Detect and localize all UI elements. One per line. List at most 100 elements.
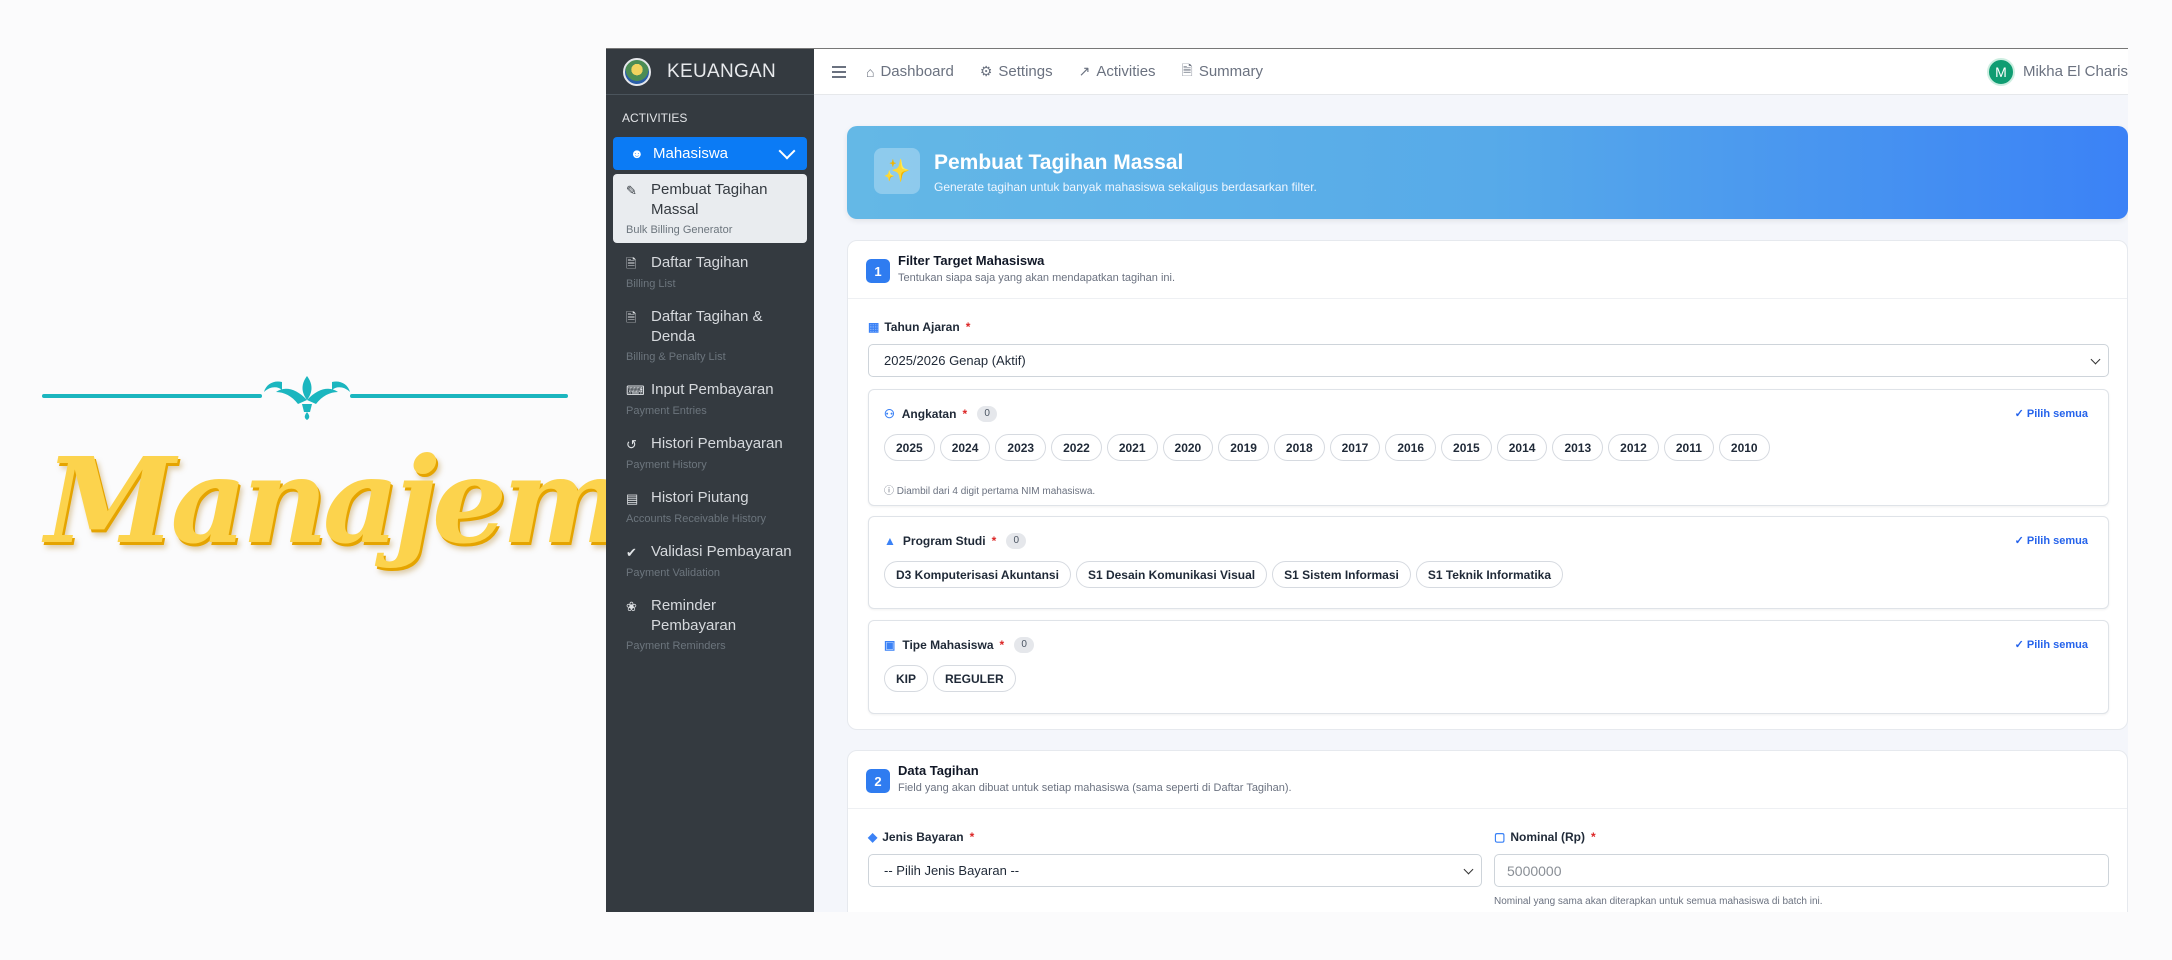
pick-all-tipe-link[interactable]: ✓ Pilih semua [2015, 638, 2088, 651]
nav-activities[interactable]: ↗ Activities [1079, 63, 1156, 80]
tipe-mahasiswa-chips: KIP REGULER [884, 665, 1021, 692]
step-badge: 1 [866, 259, 890, 283]
home-icon: ⌂ [866, 63, 875, 80]
tahun-ajaran-label: ▦ Tahun Ajaran * [868, 320, 970, 334]
angkatan-group: ⚇ Angkatan * 0 ✓ Pilih semua 2025 2024 2… [868, 389, 2109, 506]
brand-artwork: Manajemen [40, 370, 778, 610]
sidebar-item-label: Mahasiswa [653, 145, 729, 162]
sidebar-item-validasi-pembayaran[interactable]: ✔ Validasi Pembayaran Payment Validation [613, 536, 807, 586]
required-mark: * [1591, 830, 1596, 844]
chip-angkatan[interactable]: 2016 [1385, 434, 1437, 461]
nav-dashboard[interactable]: ⌂ Dashboard [866, 63, 954, 80]
nav-settings[interactable]: ⚙ Settings [980, 63, 1053, 80]
chip-angkatan[interactable]: 2023 [995, 434, 1047, 461]
nav-label: Activities [1096, 63, 1156, 80]
required-mark: * [969, 830, 975, 844]
chip-angkatan[interactable]: 2022 [1051, 434, 1102, 461]
file-penalty-icon: 🗎 [626, 310, 637, 325]
step-badge: 2 [866, 769, 890, 793]
chip-angkatan[interactable]: 2018 [1273, 434, 1325, 461]
sidebar-item-label: Daftar Tagihan & Denda [651, 308, 763, 345]
graduation-cap-icon: ▲ [884, 534, 896, 548]
sidebar-item-sublabel: Bulk Billing Generator [626, 224, 733, 236]
required-mark: * [999, 638, 1005, 652]
chip-angkatan[interactable]: 2014 [1496, 434, 1548, 461]
nav-label: Settings [998, 63, 1053, 80]
sidebar-item-reminder-pembayaran[interactable]: ❀ Reminder Pembayaran Payment Reminders [613, 590, 807, 659]
sidebar-item-histori-piutang[interactable]: ▤ Histori Piutang Accounts Receivable His… [613, 482, 807, 532]
chip-angkatan[interactable]: 2013 [1552, 434, 1604, 461]
sidebar-item-histori-pembayaran[interactable]: ↺ Histori Pembayaran Payment History [613, 428, 807, 478]
id-badge-icon: ▣ [884, 638, 896, 652]
chip-angkatan[interactable]: 2021 [1106, 434, 1158, 461]
sidebar-item-mahasiswa[interactable]: ☻ Mahasiswa [613, 137, 807, 170]
card-header: 1 Filter Target Mahasiswa Tentukan siapa… [848, 241, 2127, 299]
history-icon: ↺ [626, 437, 637, 452]
chevron-down-icon [778, 142, 796, 159]
tahun-ajaran-select[interactable]: 2025/2026 Genap (Aktif) [868, 344, 2109, 377]
chip-angkatan[interactable]: 2010 [1718, 434, 1770, 461]
nav-summary[interactable]: 🗎 Summary [1182, 60, 1263, 84]
chip-angkatan[interactable]: 2011 [1663, 434, 1714, 461]
sidebar-item-sublabel: Accounts Receivable History [626, 513, 767, 525]
card-header: 2 Data Tagihan Field yang akan dibuat un… [848, 751, 2127, 809]
sidebar-item-sublabel: Billing & Penalty List [626, 351, 726, 363]
hamburger-menu-icon[interactable] [832, 65, 846, 78]
input-placeholder: 5000000 [1507, 862, 1562, 879]
sidebar-item-input-pembayaran[interactable]: ⌨ Input Pembayaran Payment Entries [613, 374, 807, 424]
chip-angkatan[interactable]: 2025 [884, 434, 935, 461]
chip-tipe-mahasiswa[interactable]: KIP [884, 665, 929, 692]
file-invoice-icon: 🗎 [626, 256, 637, 271]
avatar: M [1986, 57, 2015, 86]
pick-all-prodi-link[interactable]: ✓ Pilih semua [2015, 534, 2088, 547]
sidebar-item-sublabel: Payment Entries [626, 405, 707, 417]
pencil-icon: ✎ [626, 183, 637, 198]
check-circle-icon: ✔ [626, 545, 637, 560]
sidebar-item-label: Pembuat Tagihan Massal [651, 181, 768, 218]
main-content: ✨ Pembuat Tagihan Massal Generate tagiha… [814, 95, 2128, 912]
sidebar-brand[interactable]: KEUANGAN [606, 49, 814, 95]
chip-program-studi[interactable]: S1 Teknik Informatika [1415, 561, 1563, 588]
select-value: -- Pilih Jenis Bayaran -- [884, 863, 1020, 878]
required-mark: * [991, 534, 997, 548]
chip-angkatan[interactable]: 2012 [1608, 434, 1659, 461]
chip-program-studi[interactable]: D3 Komputerisasi Akuntansi [884, 561, 1071, 588]
pick-all-angkatan-link[interactable]: ✓ Pilih semua [2015, 407, 2088, 420]
sidebar: KEUANGAN ACTIVITIES ☻ Mahasiswa ✎ Pembuat… [606, 49, 814, 912]
angkatan-chips: 2025 2024 2023 2022 2021 2020 2019 2018 … [884, 434, 1775, 461]
chip-program-studi[interactable]: S1 Desain Komunikasi Visual [1075, 561, 1268, 588]
chip-program-studi[interactable]: S1 Sistem Informasi [1272, 561, 1411, 588]
user-menu[interactable]: M Mikha El Charis [1986, 57, 2128, 86]
chip-angkatan[interactable]: 2017 [1329, 434, 1381, 461]
label-text: Nominal (Rp) [1510, 830, 1586, 844]
chevron-down-icon [1463, 864, 1474, 875]
sidebar-item-sublabel: Payment Reminders [626, 640, 726, 652]
nominal-input[interactable]: 5000000 [1494, 854, 2109, 887]
money-bill-icon: ▢ [1494, 830, 1506, 844]
app-window: KEUANGAN ACTIVITIES ☻ Mahasiswa ✎ Pembuat… [606, 48, 2128, 912]
link-text: Pilih semua [2026, 535, 2088, 547]
brand-text: KEUANGAN [667, 60, 777, 82]
chip-angkatan[interactable]: 2020 [1162, 434, 1214, 461]
page-header-banner: ✨ Pembuat Tagihan Massal Generate tagiha… [847, 126, 2128, 219]
jenis-bayaran-label: ◆ Jenis Bayaran * [868, 830, 974, 844]
magic-wand-icon: ✨ [874, 148, 920, 194]
book-icon: ▤ [626, 491, 639, 506]
jenis-bayaran-select[interactable]: -- Pilih Jenis Bayaran -- [868, 854, 1482, 887]
label-text: Tipe Mahasiswa [902, 638, 994, 652]
topbar: ⌂ Dashboard ⚙ Settings ↗ Activities 🗎 Summar… [814, 49, 2128, 95]
sidebar-item-sublabel: Payment Validation [626, 567, 720, 579]
sidebar-item-pembuat-tagihan-massal[interactable]: ✎ Pembuat Tagihan Massal Bulk Billing Gen… [613, 174, 807, 243]
label-text: Tahun Ajaran [884, 320, 960, 334]
chip-angkatan[interactable]: 2024 [939, 434, 991, 461]
required-mark: * [965, 320, 971, 334]
chip-angkatan[interactable]: 2019 [1218, 434, 1269, 461]
chip-tipe-mahasiswa[interactable]: REGULER [933, 665, 1016, 692]
angkatan-hint: ⓘ Diambil dari 4 digit pertama NIM mahas… [884, 486, 1096, 497]
sidebar-item-daftar-tagihan-denda[interactable]: 🗎 Daftar Tagihan & Denda Billing & Penalt… [613, 301, 807, 370]
fleur-ornament-icon [264, 376, 350, 420]
user-graduate-icon: ☻ [630, 146, 644, 161]
sidebar-item-daftar-tagihan[interactable]: 🗎 Daftar Tagihan Billing List [613, 247, 807, 297]
sidebar-item-label: Input Pembayaran [651, 381, 774, 398]
chip-angkatan[interactable]: 2015 [1441, 434, 1492, 461]
